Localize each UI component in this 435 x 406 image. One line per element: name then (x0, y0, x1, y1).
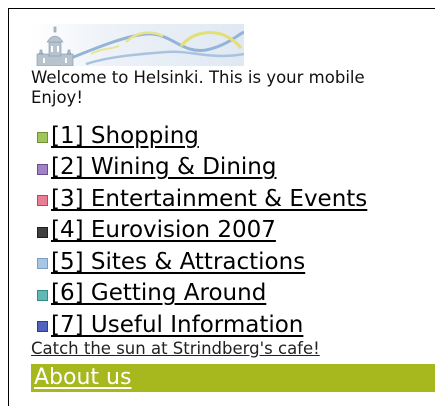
sites-bullet-icon (37, 258, 48, 270)
helsinki-banner-logo (31, 24, 244, 66)
shopping-bullet-icon (37, 132, 48, 144)
menu-item-getting-around[interactable]: [6] Getting Around (37, 278, 367, 310)
strindberg-promo-link[interactable]: Catch the sun at Strindberg's cafe! (31, 339, 320, 358)
getting-around-bullet-icon (37, 289, 48, 301)
page-border-left (8, 8, 9, 406)
entertainment-bullet-icon (37, 195, 48, 207)
menu-item-entertainment[interactable]: [3] Entertainment & Events (37, 183, 367, 215)
menu-link-useful-info[interactable]: [7] Useful Information (51, 312, 303, 338)
main-menu: [1] Shopping [2] Wining & Dining [3] Ent… (37, 120, 367, 341)
useful-info-bullet-icon (37, 321, 48, 333)
eurovision-bullet-icon (37, 226, 48, 238)
menu-link-getting-around[interactable]: [6] Getting Around (51, 280, 266, 306)
about-us-link[interactable]: About us (31, 364, 435, 392)
menu-link-wining-dining[interactable]: [2] Wining & Dining (51, 154, 276, 180)
cathedral-skyline-icon (31, 24, 244, 66)
menu-item-wining-dining[interactable]: [2] Wining & Dining (37, 152, 367, 184)
welcome-line-1: Welcome to Helsinki. This is your mobile (31, 68, 365, 87)
menu-link-shopping[interactable]: [1] Shopping (51, 123, 199, 149)
menu-item-sites[interactable]: [5] Sites & Attractions (37, 246, 367, 278)
welcome-line-2: Enjoy! (31, 88, 83, 107)
welcome-message: Welcome to Helsinki. This is your mobile… (31, 68, 435, 108)
menu-link-entertainment[interactable]: [3] Entertainment & Events (51, 186, 367, 212)
menu-item-shopping[interactable]: [1] Shopping (37, 120, 367, 152)
menu-link-sites[interactable]: [5] Sites & Attractions (51, 249, 305, 275)
menu-item-eurovision[interactable]: [4] Eurovision 2007 (37, 215, 367, 247)
menu-item-useful-info[interactable]: [7] Useful Information (37, 309, 367, 341)
page-border-top (8, 8, 435, 9)
menu-link-eurovision[interactable]: [4] Eurovision 2007 (51, 217, 276, 243)
wining-dining-bullet-icon (37, 163, 48, 175)
